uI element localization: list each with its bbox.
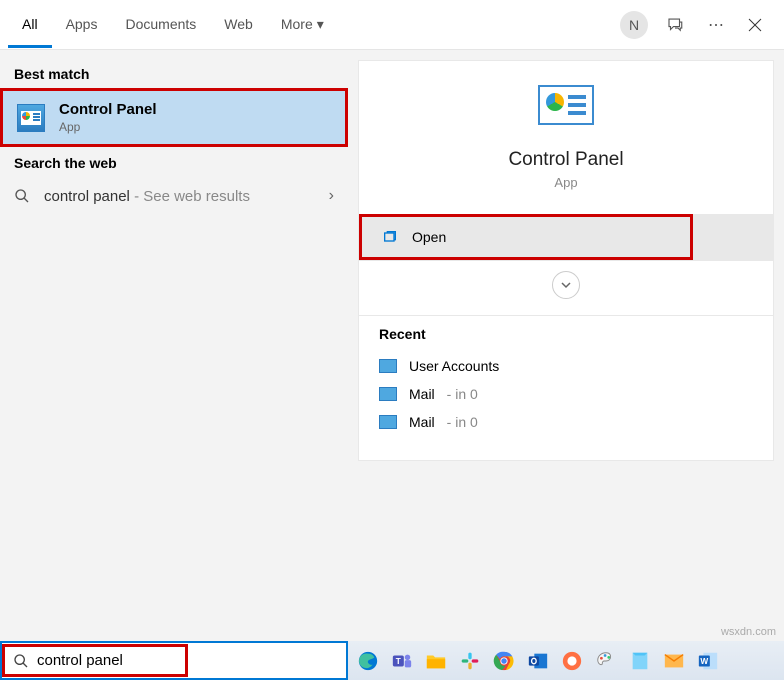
open-label: Open: [412, 229, 446, 245]
filter-tabs: All Apps Documents Web More ▾: [8, 2, 620, 48]
tab-web[interactable]: Web: [210, 2, 267, 48]
watermark: wsxdn.com: [721, 626, 776, 638]
search-icon: [14, 188, 30, 204]
taskbar-edge-icon[interactable]: [352, 645, 384, 677]
taskbar: T W: [348, 641, 784, 680]
taskbar-app-icon[interactable]: [556, 645, 588, 677]
preview-subtitle: App: [554, 175, 577, 190]
search-input[interactable]: [37, 652, 236, 669]
taskbar-outlook-icon[interactable]: [522, 645, 554, 677]
chevron-right-icon: ›: [329, 187, 334, 205]
recent-item-2[interactable]: Mail - in 0: [379, 408, 753, 436]
preview-pane: Control Panel App Open Recent User: [348, 50, 784, 641]
control-panel-large-icon: [538, 85, 594, 125]
recent-item-suffix: - in 0: [447, 386, 478, 402]
web-result-row[interactable]: control panel - See web results ›: [0, 177, 348, 215]
result-control-panel[interactable]: Control Panel App: [0, 88, 348, 147]
taskbar-chrome-icon[interactable]: [488, 645, 520, 677]
recent-item-label: User Accounts: [409, 358, 499, 374]
result-text: Control Panel App: [59, 101, 157, 134]
chevron-down-icon: ▾: [317, 16, 324, 33]
recent-item-label: Mail: [409, 414, 435, 430]
control-panel-icon: [17, 104, 45, 132]
taskbar-slack-icon[interactable]: [454, 645, 486, 677]
preview-title: Control Panel: [508, 149, 623, 171]
recent-item-0[interactable]: User Accounts: [379, 352, 753, 380]
header-actions: N ⋯: [620, 9, 776, 41]
tab-more[interactable]: More ▾: [267, 2, 338, 48]
recent-item-1[interactable]: Mail - in 0: [379, 380, 753, 408]
recent-label: Recent: [379, 326, 753, 342]
recent-item-suffix: - in 0: [447, 414, 478, 430]
expand-section: [358, 261, 774, 316]
open-icon: [382, 229, 398, 245]
best-match-label: Best match: [0, 58, 348, 88]
feedback-icon[interactable]: [660, 10, 690, 40]
action-row: Open: [359, 214, 773, 260]
taskbar-teams-icon[interactable]: T: [386, 645, 418, 677]
taskbar-word-icon[interactable]: W: [692, 645, 724, 677]
svg-text:W: W: [700, 656, 708, 665]
recent-icon: [379, 415, 397, 429]
svg-text:T: T: [396, 656, 401, 665]
recent-icon: [379, 387, 397, 401]
tab-all[interactable]: All: [8, 2, 52, 48]
preview-card: Control Panel App Open: [358, 60, 774, 261]
tab-more-label: More: [281, 16, 313, 32]
user-avatar[interactable]: N: [620, 11, 648, 39]
search-icon: [13, 653, 29, 669]
result-subtitle: App: [59, 120, 157, 134]
main-area: Best match Control Panel App Search the …: [0, 50, 784, 641]
tab-documents[interactable]: Documents: [111, 2, 210, 48]
action-spacer: [693, 214, 773, 260]
tab-apps[interactable]: Apps: [52, 2, 112, 48]
web-suffix-text: - See web results: [130, 188, 250, 205]
header-bar: All Apps Documents Web More ▾ N ⋯: [0, 0, 784, 50]
taskbar-notes-icon[interactable]: [624, 645, 656, 677]
web-result-text: control panel - See web results: [44, 188, 315, 205]
taskbar-mail-icon[interactable]: [658, 645, 690, 677]
recent-icon: [379, 359, 397, 373]
expand-button[interactable]: [552, 271, 580, 299]
web-query-text: control panel: [44, 188, 130, 205]
recent-section: Recent User Accounts Mail - in 0 Mail - …: [358, 316, 774, 461]
close-icon[interactable]: [742, 12, 768, 38]
taskbar-explorer-icon[interactable]: [420, 645, 452, 677]
taskbar-paint-icon[interactable]: [590, 645, 622, 677]
recent-item-label: Mail: [409, 386, 435, 402]
search-web-label: Search the web: [0, 147, 348, 177]
results-pane: Best match Control Panel App Search the …: [0, 50, 348, 641]
more-icon[interactable]: ⋯: [702, 9, 730, 41]
result-title: Control Panel: [59, 101, 157, 118]
search-bar[interactable]: [0, 641, 348, 680]
search-highlight: [2, 644, 188, 677]
open-button[interactable]: Open: [359, 214, 693, 260]
